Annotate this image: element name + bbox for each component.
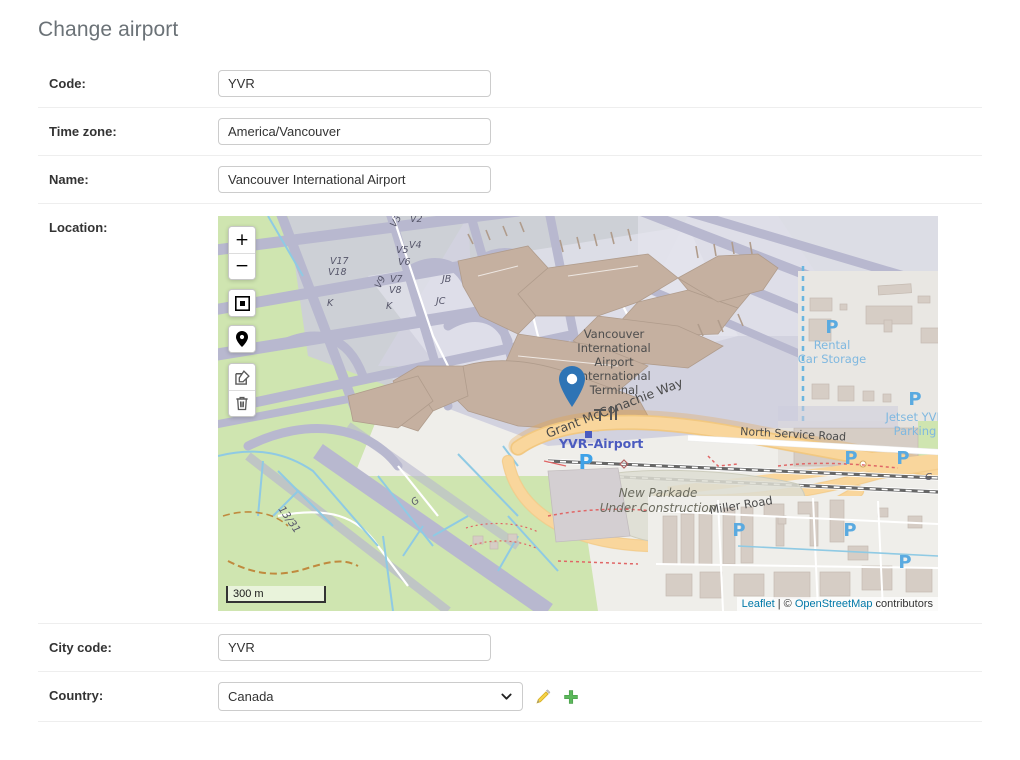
draw-marker-control: [228, 325, 256, 353]
svg-text:JB: JB: [440, 274, 451, 285]
country-select[interactable]: Canada: [218, 682, 523, 711]
svg-text:V18: V18: [328, 267, 347, 278]
map-scale-bar: 300 m: [226, 585, 326, 603]
svg-text:Vancouver: Vancouver: [584, 327, 645, 341]
trash-icon: [236, 396, 248, 411]
attribution-separator: |: [774, 598, 784, 610]
form-row-location: Location: V3 V2 V5 V4 V6 V7 V8 V9 V17 V1…: [38, 204, 982, 624]
zoom-in-button[interactable]: +: [229, 227, 255, 253]
svg-text:V5: V5: [396, 245, 409, 256]
draw-marker-button[interactable]: [229, 326, 255, 352]
edit-layers-button[interactable]: [229, 364, 255, 390]
map-pin-icon: [559, 366, 585, 407]
label-timezone: Time zone:: [49, 124, 117, 139]
svg-text:P: P: [896, 448, 909, 469]
svg-text:K: K: [386, 301, 393, 312]
location-map[interactable]: V3 V2 V5 V4 V6 V7 V8 V9 V17 V18 K K JB J…: [218, 216, 938, 611]
edit-country-button[interactable]: [535, 689, 551, 705]
svg-text:G: G: [925, 472, 932, 483]
rectangle-icon: [234, 295, 250, 311]
svg-text:V6: V6: [398, 257, 411, 268]
svg-text:Jetset YVR: Jetset YVR: [884, 410, 938, 424]
attribution-copyright: ©: [783, 598, 795, 610]
label-location: Location:: [49, 220, 108, 235]
svg-text:Under Construction: Under Construction: [600, 501, 717, 515]
form-row-timezone: Time zone:: [38, 108, 982, 156]
svg-text:V2: V2: [410, 216, 423, 225]
svg-text:Airport: Airport: [594, 355, 634, 369]
svg-text:V7: V7: [390, 274, 403, 285]
form-row-code: Code:: [38, 60, 982, 108]
map-attribution: Leaflet | © OpenStreetMap contributors: [736, 597, 938, 611]
svg-text:Car Storage: Car Storage: [798, 352, 866, 366]
label-city-code: City code:: [49, 640, 112, 655]
pin-icon: [236, 331, 248, 347]
edit-control: [228, 363, 256, 417]
svg-text:YVR–Airport: YVR–Airport: [558, 436, 643, 451]
svg-text:P: P: [843, 520, 856, 541]
svg-text:V8: V8: [389, 285, 402, 296]
timezone-input[interactable]: [218, 118, 491, 145]
zoom-control: + −: [228, 226, 256, 280]
label-code: Code:: [49, 76, 86, 91]
svg-text:International: International: [577, 341, 650, 355]
form-row-country: Country: Canada: [38, 672, 982, 722]
draw-rectangle-button[interactable]: [229, 290, 255, 316]
city-code-input[interactable]: [218, 634, 491, 661]
label-country: Country:: [49, 688, 104, 703]
svg-text:International: International: [577, 369, 650, 383]
svg-text:New Parkade: New Parkade: [619, 486, 698, 500]
svg-text:JC: JC: [434, 296, 446, 307]
edit-pencil-icon: [234, 369, 250, 385]
svg-text:V17: V17: [330, 256, 349, 267]
svg-text:Parking: Parking: [894, 424, 937, 438]
name-input[interactable]: [218, 166, 491, 193]
form-row-name: Name:: [38, 156, 982, 204]
add-country-button[interactable]: [563, 689, 579, 705]
svg-text:P: P: [825, 317, 838, 338]
plus-icon: [564, 689, 578, 704]
draw-rectangle-control: [228, 289, 256, 317]
svg-text:P: P: [844, 448, 857, 469]
svg-text:P: P: [908, 389, 921, 410]
attribution-suffix: contributors: [872, 598, 933, 610]
svg-text:K: K: [327, 298, 334, 309]
label-name: Name:: [49, 172, 89, 187]
page-title: Change airport: [38, 18, 179, 41]
svg-text:Rental: Rental: [814, 338, 851, 352]
svg-text:P: P: [579, 450, 594, 474]
delete-layers-button[interactable]: [229, 390, 255, 416]
leaflet-link[interactable]: Leaflet: [742, 598, 775, 610]
svg-text:P: P: [898, 552, 911, 573]
form-row-city-code: City code:: [38, 624, 982, 672]
code-input[interactable]: [218, 70, 491, 97]
airport-form: Code: Time zone: Name:: [0, 60, 1020, 722]
svg-text:P: P: [732, 520, 745, 541]
pencil-edit-icon: [536, 689, 551, 704]
openstreetmap-link[interactable]: OpenStreetMap: [795, 598, 873, 610]
change-airport-page: Change airport Code: Time zone: Name: [0, 0, 1020, 760]
country-select-shell: Canada: [218, 682, 523, 711]
svg-text:V4: V4: [409, 240, 422, 251]
zoom-out-button[interactable]: −: [229, 253, 255, 279]
map-tiles: V3 V2 V5 V4 V6 V7 V8 V9 V17 V18 K K JB J…: [218, 216, 938, 611]
location-marker[interactable]: [559, 366, 585, 407]
